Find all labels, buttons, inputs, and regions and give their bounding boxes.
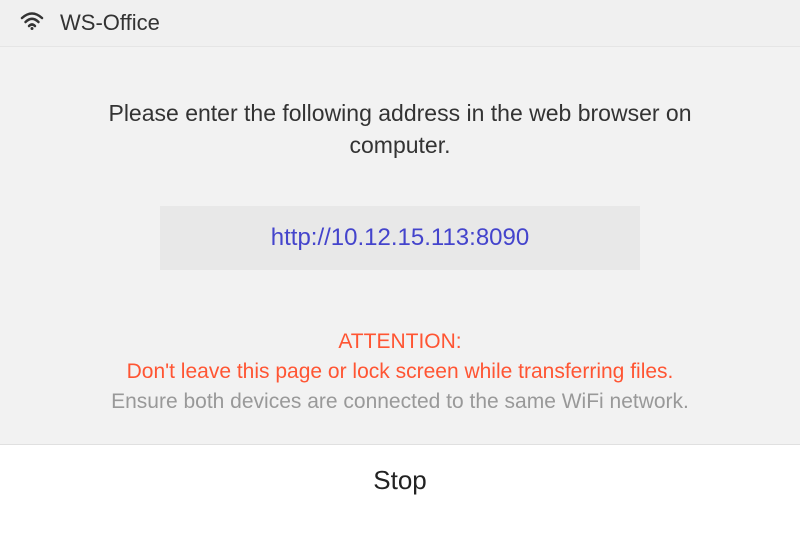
- instruction-text: Please enter the following address in th…: [60, 97, 740, 161]
- header-title: WS-Office: [60, 10, 160, 36]
- attention-warning: Don't leave this page or lock screen whi…: [40, 360, 760, 384]
- footer-bar: Stop: [0, 444, 800, 516]
- network-hint: Ensure both devices are connected to the…: [40, 390, 760, 414]
- attention-label: ATTENTION:: [40, 330, 760, 354]
- header-bar: WS-Office: [0, 0, 800, 47]
- content-area: Please enter the following address in th…: [0, 47, 800, 444]
- stop-button[interactable]: Stop: [373, 465, 427, 496]
- url-box: http://10.12.15.113:8090: [160, 206, 640, 270]
- wifi-icon: [20, 11, 44, 36]
- url-text: http://10.12.15.113:8090: [271, 224, 529, 251]
